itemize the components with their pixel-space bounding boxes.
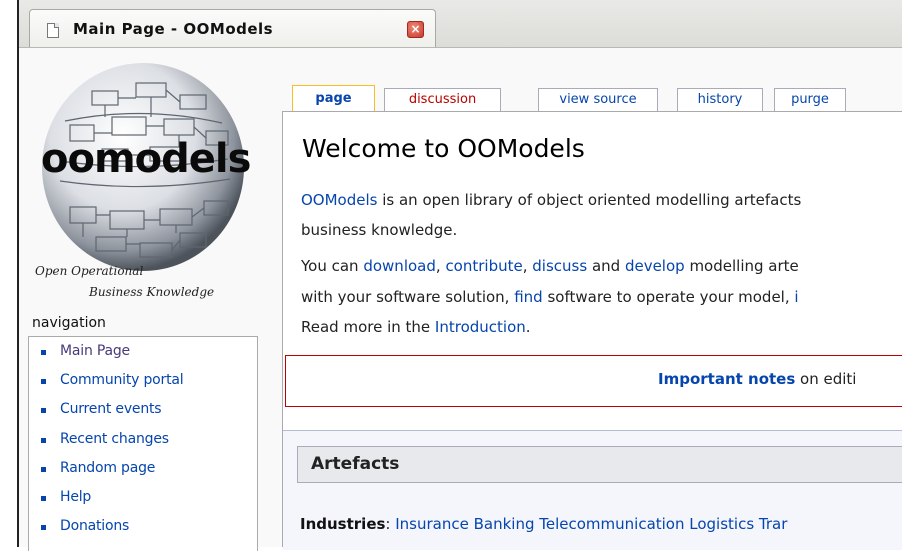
introduction-link[interactable]: Introduction [435,318,526,336]
text: with your software solution, [301,288,515,306]
sidebar-item-recent-changes[interactable]: Recent changes [29,425,257,454]
sidebar-item-random-page[interactable]: Random page [29,454,257,483]
logo-tagline-line2: Business Knowledge [89,285,215,299]
text: and [587,257,625,275]
tab-history[interactable]: history [677,88,763,111]
text: , [435,257,446,275]
truncated-link[interactable]: i [794,288,798,306]
navigation-portlet: Main Page Community portal Current event… [28,336,258,551]
industries-colon: : [385,515,396,533]
oomodels-link[interactable]: OOModels [301,191,377,209]
tab-page[interactable]: page [292,85,375,111]
sidebar-item-help[interactable]: Help [29,483,257,512]
discuss-link[interactable]: discuss [532,257,587,275]
sidebar-item-donations[interactable]: Donations [29,512,257,541]
text: software to operate your model, [542,288,795,306]
sidebar-item-community-portal[interactable]: Community portal [29,366,257,395]
sidebar-item-label: Current events [60,401,162,418]
site-logo[interactable]: oomodels Open Operational Business Knowl… [19,48,262,310]
actions-line-2: with your software solution, find softwa… [301,288,799,306]
text: You can [301,257,364,275]
browser-tab-strip: Main Page - OOModels × [19,0,902,48]
close-icon[interactable]: × [407,21,424,38]
intro-line-1: OOModels is an open library of object or… [301,191,801,209]
sidebar-item-label: Main Page [60,343,130,359]
sidebar-item-label: Help [60,488,92,505]
text: modelling arte [684,257,799,275]
artefacts-title: Artefacts [311,454,400,474]
page-title: Welcome to OOModels [302,134,585,163]
tab-view-source[interactable]: view source [538,88,658,111]
industries-line: Industries: Insurance Banking Telecommun… [300,515,787,533]
find-link[interactable]: find [514,288,542,306]
important-notes-box: Important notes on editi [285,355,902,407]
contribute-link[interactable]: contribute [445,257,522,275]
intro-line-2: business knowledge. [301,221,458,239]
industries-label: Industries [300,515,386,533]
download-link[interactable]: download [363,257,436,275]
notes-rest: on editi [795,370,857,388]
sidebar-item-label: Random page [60,459,156,476]
sidebar-item-current-events[interactable]: Current events [29,395,257,424]
sidebar-item-label: Community portal [60,372,184,389]
actions-line-1: You can download, contribute, discuss an… [301,257,799,275]
logo-tagline-line1: Open Operational [35,264,144,278]
text: , [522,257,533,275]
sidebar-item-main-page[interactable]: Main Page [29,337,257,366]
text: Read more in the [301,318,435,336]
artefacts-header: Artefacts [297,446,902,483]
important-notes-link[interactable]: Important notes [658,370,795,388]
navigation-heading: navigation [32,315,106,331]
text: . [525,318,531,336]
tab-discussion[interactable]: discussion [384,88,501,111]
browser-tab-title: Main Page - OOModels [73,20,274,38]
logo-wordmark: oomodels [41,136,251,182]
develop-link[interactable]: develop [625,257,685,275]
artefacts-section: Artefacts Industries: Insurance Banking … [283,430,902,550]
sidebar-item-label: Donations [60,518,130,535]
important-notes-text: Important notes on editi [658,370,856,388]
intro-text: is an open library of object oriented mo… [377,191,802,209]
actions-line-3: Read more in the Introduction. [301,318,531,336]
tab-purge[interactable]: purge [774,88,846,111]
industries-links[interactable]: Insurance Banking Telecommunication Logi… [395,515,787,533]
page-icon [47,23,59,38]
content-area: Welcome to OOModels OOModels is an open … [282,111,902,550]
sidebar-item-label: Recent changes [60,430,169,447]
wiki-page: oomodels Open Operational Business Knowl… [19,48,902,551]
browser-tab[interactable]: Main Page - OOModels × [29,9,436,47]
